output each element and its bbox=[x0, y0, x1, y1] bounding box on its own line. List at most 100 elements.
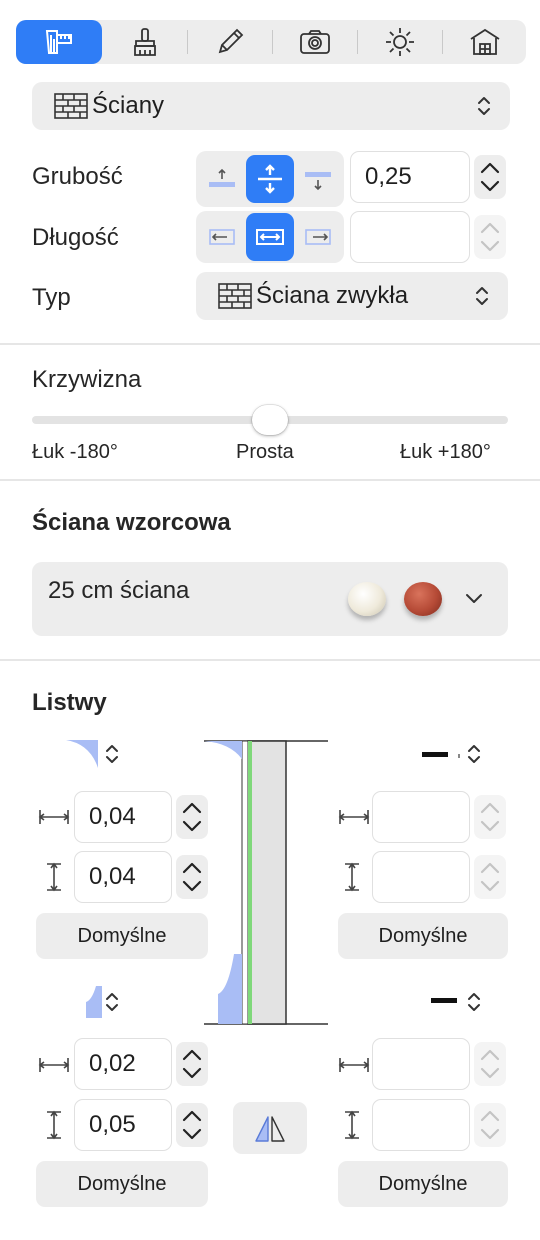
length-input[interactable] bbox=[350, 211, 470, 263]
align-center-button[interactable] bbox=[246, 155, 294, 203]
align-bottom-button[interactable] bbox=[294, 155, 342, 203]
curvature-max-label: Łuk +180° bbox=[400, 441, 491, 463]
thickness-label: Grubość bbox=[32, 163, 123, 190]
molding-top-right-height-stepper[interactable] bbox=[474, 855, 506, 899]
align-top-icon bbox=[209, 168, 235, 187]
stepper-icon bbox=[182, 1049, 202, 1079]
light-tab[interactable] bbox=[357, 20, 443, 64]
template-wall-select[interactable]: 25 cm ściana bbox=[32, 562, 508, 636]
align-center-icon bbox=[258, 164, 282, 194]
camera-icon bbox=[300, 30, 330, 54]
molding-top-left-default-button[interactable]: Domyślne bbox=[36, 913, 208, 959]
height-dimension-icon bbox=[47, 862, 61, 892]
molding-profile-bottom-right-icon bbox=[431, 998, 457, 1003]
moldings-heading: Listwy bbox=[32, 689, 107, 716]
curvature-slider-knob[interactable] bbox=[252, 405, 288, 435]
align-left-button[interactable] bbox=[198, 213, 246, 261]
molding-top-left-width-input[interactable]: 0,04 bbox=[74, 791, 172, 843]
material-swatch-red[interactable] bbox=[404, 582, 442, 616]
molding-bottom-right-height-input[interactable] bbox=[372, 1099, 470, 1151]
chevron-updown-icon[interactable] bbox=[466, 742, 482, 766]
length-label: Długość bbox=[32, 224, 119, 251]
section-divider bbox=[0, 479, 540, 481]
chevron-updown-icon[interactable] bbox=[466, 990, 482, 1014]
section-divider bbox=[0, 343, 540, 345]
template-wall-heading: Ściana wzorcowa bbox=[32, 509, 231, 536]
thickness-input[interactable]: 0,25 bbox=[350, 151, 470, 203]
molding-bottom-left-width-input[interactable]: 0,02 bbox=[74, 1038, 172, 1090]
molding-top-right-width-stepper[interactable] bbox=[474, 795, 506, 839]
chevron-down-icon bbox=[466, 594, 482, 603]
house-icon bbox=[470, 28, 500, 55]
molding-bottom-right-default-button[interactable]: Domyślne bbox=[338, 1161, 508, 1207]
height-dimension-icon bbox=[345, 1110, 359, 1140]
pencil-tab[interactable] bbox=[187, 20, 273, 64]
camera-tab[interactable] bbox=[272, 20, 358, 64]
align-middle-icon bbox=[256, 229, 284, 245]
wall-section-diagram bbox=[204, 740, 328, 1025]
height-dimension-icon bbox=[345, 862, 359, 892]
thickness-stepper[interactable] bbox=[474, 155, 506, 199]
molding-bottom-right-width-input[interactable] bbox=[372, 1038, 470, 1090]
type-label: Typ bbox=[32, 284, 71, 311]
stepper-icon bbox=[480, 1110, 500, 1140]
paint-brush-icon bbox=[134, 28, 156, 56]
section-divider bbox=[0, 659, 540, 661]
stepper-icon bbox=[480, 1049, 500, 1079]
pencil-icon bbox=[218, 28, 244, 54]
chevron-updown-icon[interactable] bbox=[104, 990, 120, 1014]
align-top-button[interactable] bbox=[198, 155, 246, 203]
building-tab[interactable] bbox=[442, 20, 528, 64]
molding-bottom-left-width-stepper[interactable] bbox=[176, 1042, 208, 1086]
molding-profile-top-right-icon bbox=[422, 752, 460, 758]
width-dimension-icon bbox=[338, 1058, 370, 1072]
template-wall-label: 25 cm ściana bbox=[48, 577, 190, 604]
curvature-mid-label: Prosta bbox=[236, 441, 294, 463]
length-stepper[interactable] bbox=[474, 215, 506, 259]
molding-top-right-width-input[interactable] bbox=[372, 791, 470, 843]
height-dimension-icon bbox=[47, 1110, 61, 1140]
align-right-button[interactable] bbox=[294, 213, 342, 261]
molding-profile-top-left-icon bbox=[66, 740, 98, 768]
brick-wall-icon bbox=[54, 93, 88, 119]
molding-top-right-height-input[interactable] bbox=[372, 851, 470, 903]
stepper-icon bbox=[182, 1110, 202, 1140]
align-middle-button[interactable] bbox=[246, 213, 294, 261]
thickness-alignment-segmented bbox=[196, 151, 344, 207]
curvature-min-label: Łuk -180° bbox=[32, 441, 118, 463]
molding-bottom-right-height-stepper[interactable] bbox=[474, 1103, 506, 1147]
width-dimension-icon bbox=[38, 1058, 70, 1072]
molding-top-left-width-stepper[interactable] bbox=[176, 795, 208, 839]
ruler-building-icon bbox=[45, 30, 72, 54]
category-select[interactable]: Ściany bbox=[32, 82, 510, 130]
molding-bottom-left-height-input[interactable]: 0,05 bbox=[74, 1099, 172, 1151]
sun-icon bbox=[386, 28, 414, 56]
stepper-icon bbox=[480, 222, 500, 252]
wall-type-select[interactable]: Ściana zwykła bbox=[196, 272, 508, 320]
align-right-icon bbox=[305, 229, 331, 245]
molding-bottom-right-width-stepper[interactable] bbox=[474, 1042, 506, 1086]
molding-top-right-default-button[interactable]: Domyślne bbox=[338, 913, 508, 959]
stepper-icon bbox=[182, 802, 202, 832]
category-label: Ściany bbox=[92, 92, 165, 119]
construction-tab[interactable] bbox=[16, 20, 102, 64]
mirror-icon bbox=[255, 1116, 285, 1142]
stepper-icon bbox=[480, 162, 500, 192]
molding-bottom-left-default-button[interactable]: Domyślne bbox=[36, 1161, 208, 1207]
molding-profile-bottom-left-icon bbox=[86, 986, 102, 1018]
molding-bottom-left-height-stepper[interactable] bbox=[176, 1103, 208, 1147]
align-left-icon bbox=[209, 229, 235, 245]
width-dimension-icon bbox=[338, 810, 370, 824]
molding-top-left-height-input[interactable]: 0,04 bbox=[74, 851, 172, 903]
align-bottom-icon bbox=[305, 172, 331, 191]
mirror-molding-button[interactable] bbox=[233, 1102, 307, 1154]
paint-tab[interactable] bbox=[102, 20, 188, 64]
stepper-icon bbox=[480, 802, 500, 832]
stepper-icon bbox=[480, 862, 500, 892]
chevron-updown-icon bbox=[478, 97, 490, 115]
material-swatch-cream[interactable] bbox=[348, 582, 386, 616]
curvature-label: Krzywizna bbox=[32, 366, 142, 393]
molding-top-left-height-stepper[interactable] bbox=[176, 855, 208, 899]
chevron-updown-icon[interactable] bbox=[104, 742, 120, 766]
chevron-updown-icon bbox=[476, 287, 488, 305]
